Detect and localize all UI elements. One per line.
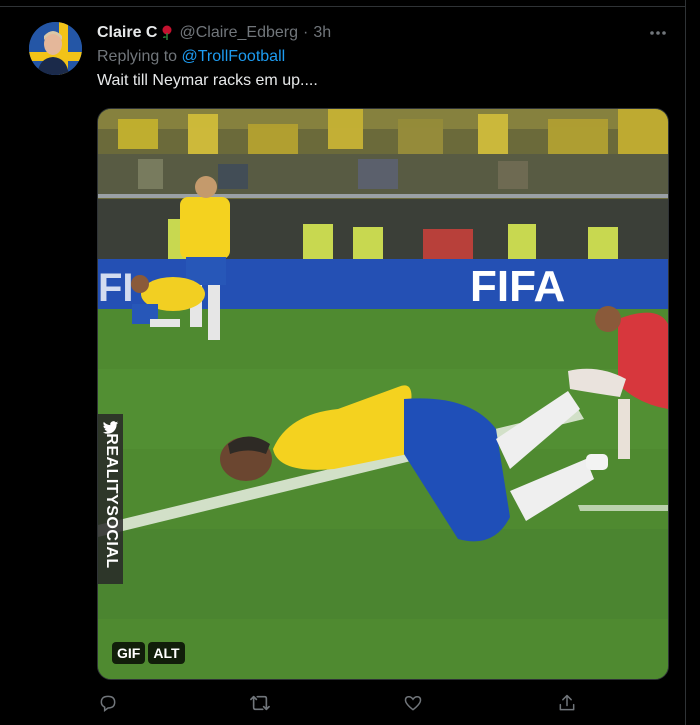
replying-prefix: Replying to [97, 48, 178, 65]
divider [0, 6, 685, 7]
tweet-text: Wait till Neymar racks em up.... [97, 72, 318, 89]
display-name[interactable]: Claire C [97, 24, 157, 42]
gif-frame: FIFA FI [98, 109, 668, 679]
tweet-actions [97, 690, 577, 716]
handle[interactable]: @Claire_Edberg [179, 24, 298, 42]
replying-to-link[interactable]: @TrollFootball [182, 48, 286, 65]
alt-badge[interactable]: ALT [148, 642, 185, 664]
avatar-image [29, 22, 82, 75]
like-icon [404, 695, 422, 711]
like-button[interactable] [400, 690, 426, 716]
avatar[interactable] [29, 22, 82, 75]
more-icon [650, 31, 666, 35]
share-button[interactable] [554, 690, 580, 716]
media-badges: GIF ALT [112, 642, 185, 664]
share-icon [559, 694, 575, 711]
rose-icon [162, 25, 172, 40]
tweet[interactable]: Claire C @Claire_Edberg · 3h Replying to… [0, 0, 686, 725]
separator: · [303, 24, 309, 41]
banner-text: FIFA [470, 262, 565, 311]
reply-icon [100, 695, 116, 712]
watermark-text: REALITYSOCIAL [103, 433, 120, 569]
retweet-icon [250, 695, 270, 711]
retweet-button[interactable] [247, 690, 273, 716]
reply-button[interactable] [95, 690, 121, 716]
svg-text:FI: FI [98, 266, 134, 310]
timestamp[interactable]: 3h [313, 24, 331, 42]
tweet-media-gif[interactable]: FIFA FI REALITYSOCIAL GIF ALT [97, 108, 669, 680]
replying-to: Replying to @TrollFootball [97, 48, 285, 66]
tweet-header: Claire C @Claire_Edberg · 3h [97, 22, 331, 44]
gif-badge: GIF [112, 642, 146, 664]
more-options-button[interactable] [646, 22, 670, 44]
